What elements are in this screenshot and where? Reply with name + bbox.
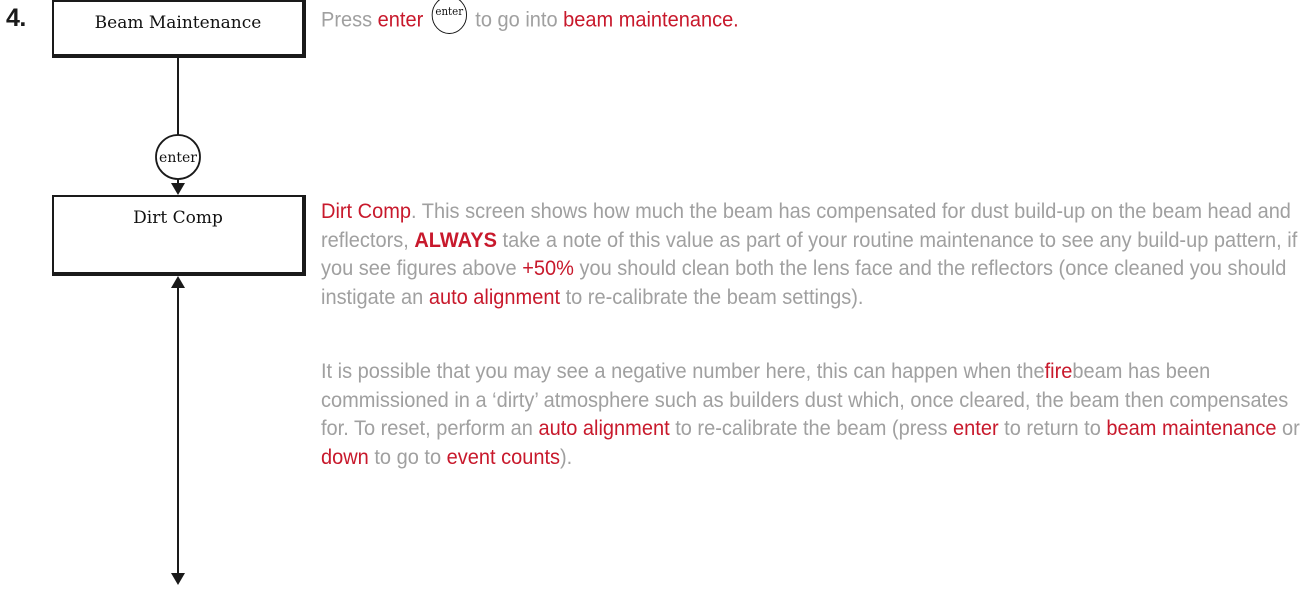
arrow-down-icon bbox=[171, 183, 185, 195]
down-keyword: down bbox=[321, 444, 369, 469]
fire-keyword: fire bbox=[1044, 359, 1073, 383]
enter-keyword: enter bbox=[377, 7, 424, 32]
menu-box-label: Dirt Comp bbox=[133, 208, 223, 228]
menu-box-dirt-comp[interactable]: Dirt Comp bbox=[52, 195, 306, 276]
arrow-down-icon bbox=[171, 573, 185, 585]
arrow-up-icon bbox=[171, 276, 185, 288]
auto-alignment-keyword: auto alignment bbox=[428, 284, 561, 309]
dirt-comp-keyword: Dirt Comp bbox=[321, 199, 411, 223]
intro-instruction: Press enter enter to go into beam mainte… bbox=[321, 0, 739, 40]
always-keyword: ALWAYS bbox=[414, 227, 497, 252]
flow-diagram: enter bbox=[155, 58, 201, 585]
enter-keyword: enter bbox=[953, 416, 999, 440]
enter-key-label: enter bbox=[159, 150, 197, 166]
auto-alignment-keyword: auto alignment bbox=[538, 416, 670, 440]
beam-maintenance-keyword: beam maintenance bbox=[1106, 416, 1277, 440]
enter-key-icon: enter bbox=[431, 0, 467, 34]
event-counts-keyword: event counts bbox=[446, 444, 561, 469]
menu-box-label: Beam Maintenance bbox=[94, 13, 262, 33]
menu-box-beam-maintenance[interactable]: Beam Maintenance bbox=[52, 0, 306, 58]
negative-value-description: It is possible that you may see a negati… bbox=[321, 359, 1300, 469]
threshold-value: +50% bbox=[522, 256, 574, 280]
dirt-comp-description: Dirt Comp. This screen shows how much th… bbox=[321, 199, 1298, 309]
beam-maintenance-keyword: beam maintenance. bbox=[563, 7, 739, 32]
enter-key-icon[interactable]: enter bbox=[155, 134, 201, 180]
